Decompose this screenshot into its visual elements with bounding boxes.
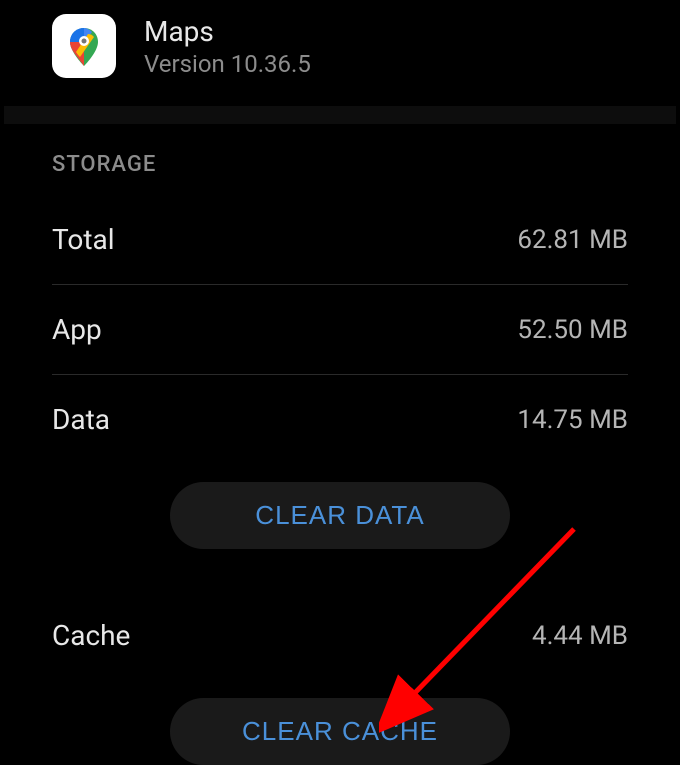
app-version: Version 10.36.5 <box>144 50 311 78</box>
cache-value: 4.44 MB <box>532 621 628 651</box>
clear-cache-button[interactable]: CLEAR CACHE <box>170 698 510 765</box>
app-info: Maps Version 10.36.5 <box>144 15 311 78</box>
app-header: Maps Version 10.36.5 <box>4 4 676 106</box>
google-maps-icon <box>52 14 116 78</box>
section-divider <box>4 106 676 124</box>
cache-row: Cache 4.44 MB <box>4 591 676 680</box>
data-value: 14.75 MB <box>517 405 628 435</box>
app-label: App <box>52 313 102 346</box>
app-row: App 52.50 MB <box>4 285 676 374</box>
data-row: Data 14.75 MB <box>4 375 676 464</box>
app-value: 52.50 MB <box>517 315 628 345</box>
total-value: 62.81 MB <box>517 225 628 255</box>
total-row: Total 62.81 MB <box>4 195 676 284</box>
cache-label: Cache <box>52 619 130 652</box>
cache-section: Cache 4.44 MB CLEAR CACHE <box>4 591 676 765</box>
app-name: Maps <box>144 15 311 48</box>
clear-data-button[interactable]: CLEAR DATA <box>170 482 510 549</box>
total-label: Total <box>52 223 115 256</box>
storage-section-title: STORAGE <box>4 124 676 195</box>
data-label: Data <box>52 403 110 436</box>
